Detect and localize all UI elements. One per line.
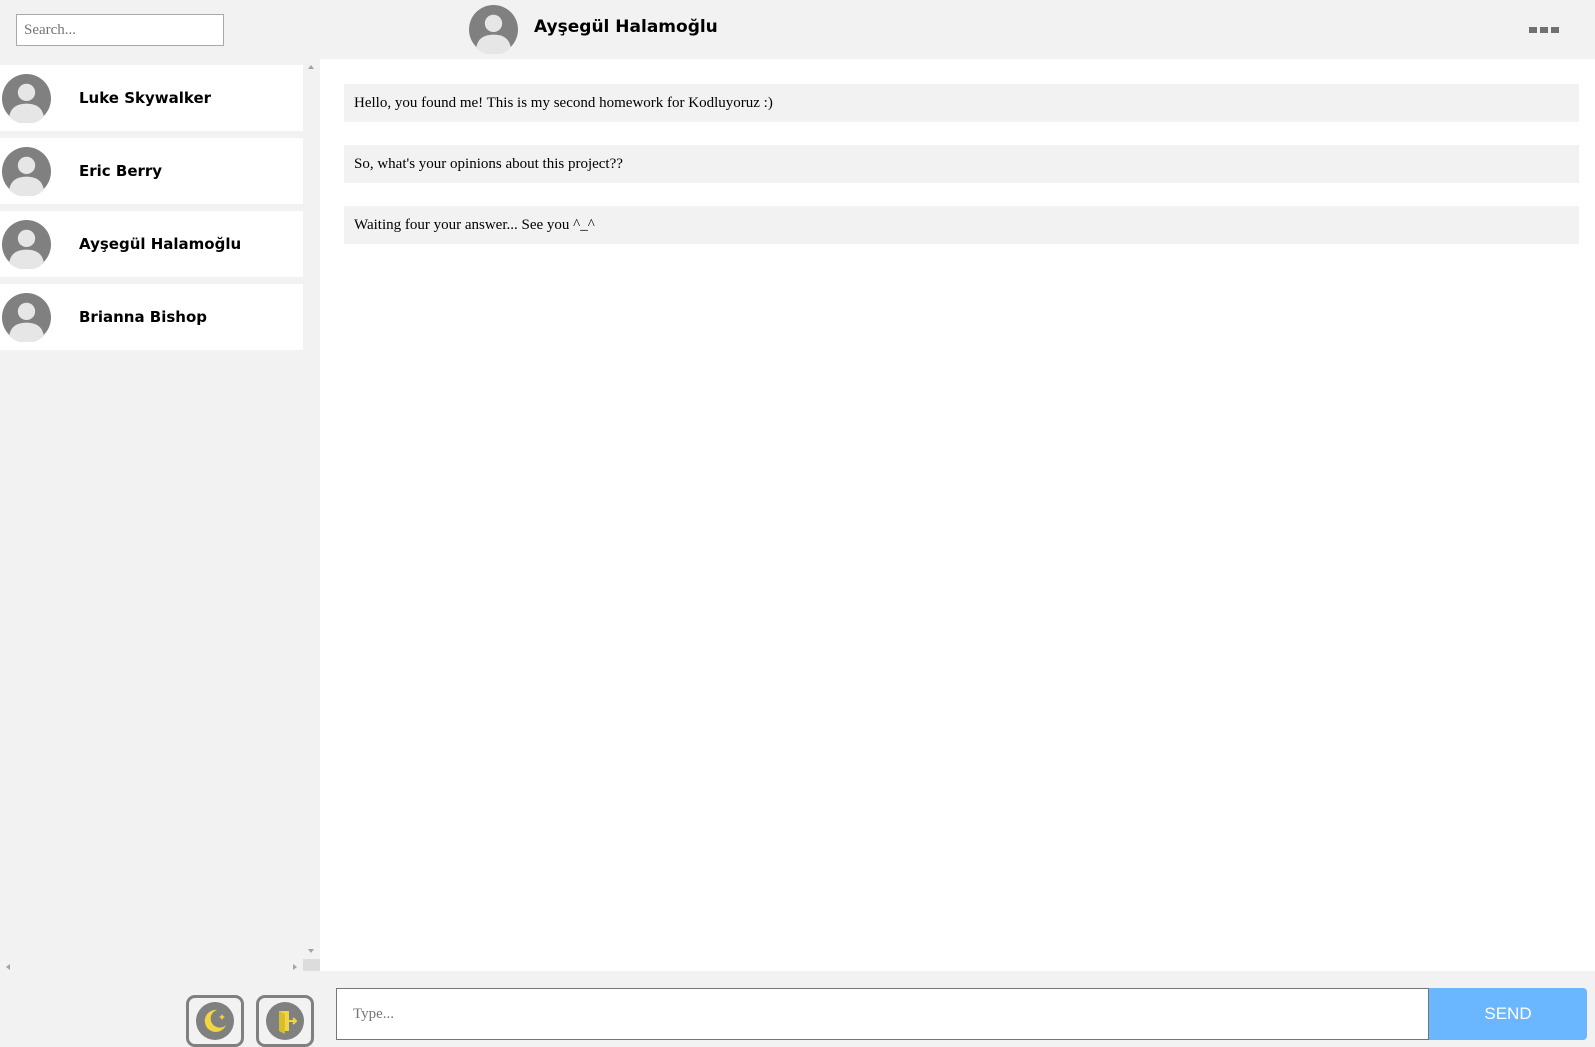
scroll-up-arrow-icon[interactable] — [308, 65, 314, 69]
scroll-right-arrow-icon[interactable] — [293, 964, 297, 970]
active-contact-name: Ayşegül Halamoğlu — [534, 17, 718, 37]
contact-list: Luke Skywalker Eric Berry Ayşegül Halamo… — [0, 59, 303, 959]
contact-list-vertical-scrollbar[interactable] — [303, 59, 320, 959]
message-input[interactable] — [336, 988, 1429, 1040]
more-options-icon[interactable] — [1529, 27, 1559, 35]
contact-item-eric-berry[interactable]: Eric Berry — [0, 138, 303, 204]
user-avatar-icon — [2, 219, 51, 269]
search-input[interactable] — [16, 14, 224, 46]
contact-name: Eric Berry — [79, 162, 163, 180]
contact-item-brianna-bishop[interactable]: Brianna Bishop — [0, 284, 303, 350]
moon-icon — [196, 1002, 234, 1040]
exit-door-icon — [266, 1002, 304, 1040]
logout-button[interactable] — [256, 995, 314, 1047]
contact-item-aysegul-halamoglu[interactable]: Ayşegül Halamoğlu — [0, 211, 303, 277]
top-bar: Ayşegül Halamoğlu — [0, 0, 1595, 59]
contact-name: Brianna Bishop — [79, 308, 208, 326]
active-contact-avatar[interactable] — [469, 5, 518, 54]
scroll-left-arrow-icon[interactable] — [6, 964, 10, 970]
contact-item-luke-skywalker[interactable]: Luke Skywalker — [0, 65, 303, 131]
message-bubble: Hello, you found me! This is my second h… — [344, 84, 1579, 122]
chat-window: Hello, you found me! This is my second h… — [320, 59, 1595, 971]
contact-name: Ayşegül Halamoğlu — [79, 235, 242, 253]
theme-toggle-button[interactable] — [186, 995, 244, 1047]
contact-name: Luke Skywalker — [79, 89, 212, 107]
message-bubble: So, what's your opinions about this proj… — [344, 145, 1579, 183]
scroll-down-arrow-icon[interactable] — [308, 949, 314, 953]
send-button[interactable]: SEND — [1429, 988, 1587, 1040]
user-avatar-icon — [2, 73, 51, 123]
user-avatar-icon — [2, 292, 51, 342]
user-avatar-icon — [2, 146, 51, 196]
message-bubble: Waiting four your answer... See you ^_^ — [344, 206, 1579, 244]
